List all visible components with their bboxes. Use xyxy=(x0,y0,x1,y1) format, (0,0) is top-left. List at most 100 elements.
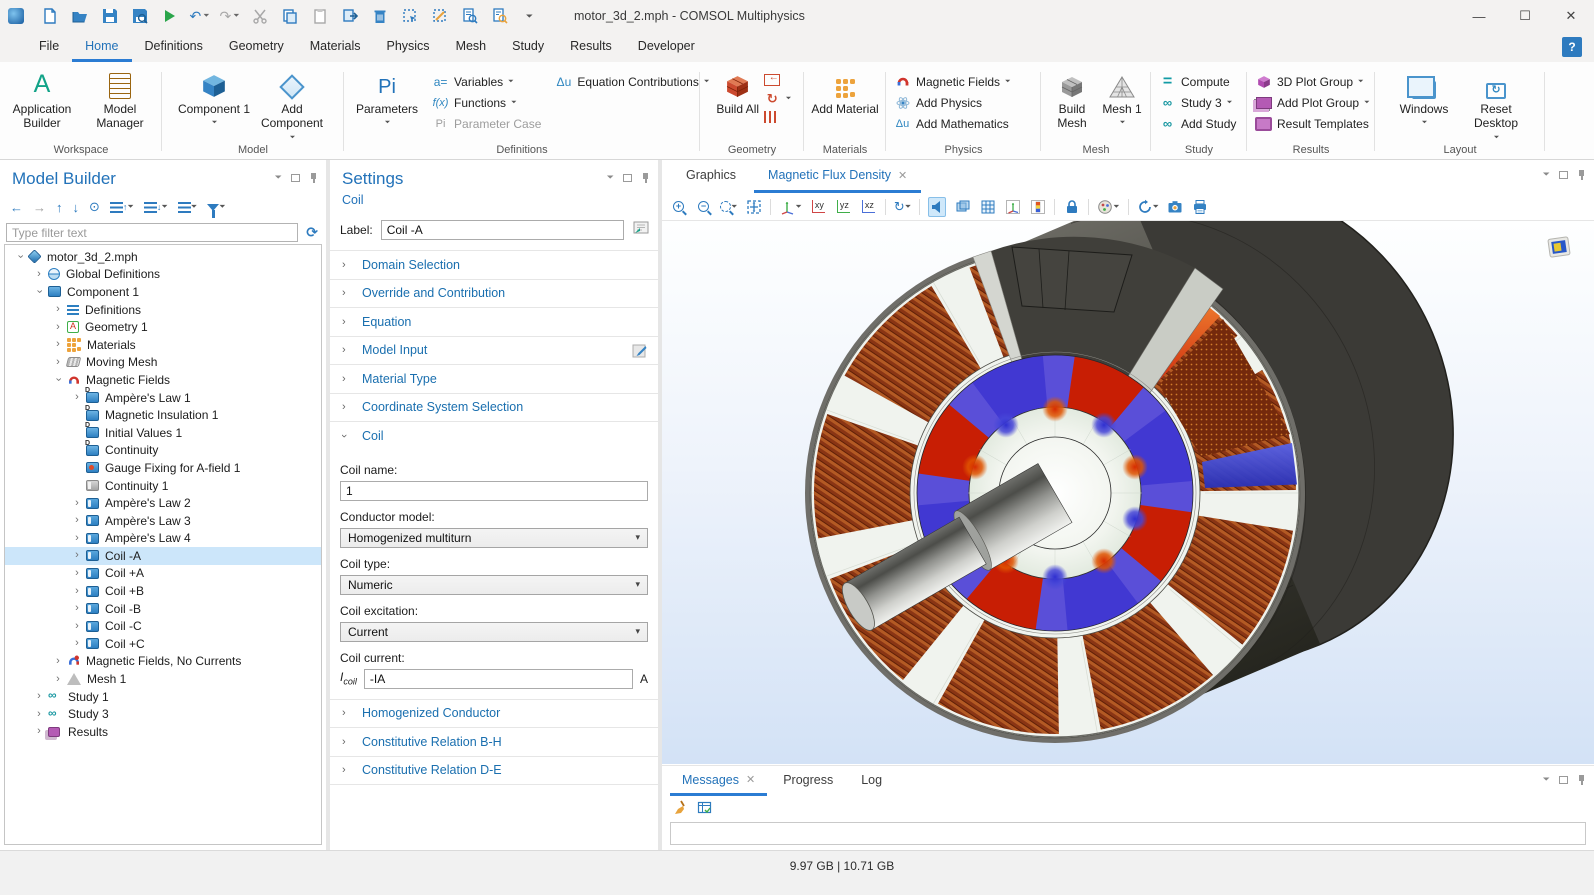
panel-float-icon[interactable] xyxy=(1559,776,1568,784)
duplicate-icon[interactable] xyxy=(341,8,358,25)
coil-excitation-select[interactable]: Current xyxy=(340,622,648,642)
tab-developer[interactable]: Developer xyxy=(625,32,708,62)
plot-context-icon[interactable] xyxy=(1546,235,1572,259)
model-manager-button[interactable]: Model Manager xyxy=(82,66,158,131)
delete-icon[interactable] xyxy=(371,8,388,25)
section-coordinate-system[interactable]: Coordinate System Selection xyxy=(330,393,658,422)
scene-light-icon[interactable] xyxy=(928,197,946,217)
maximize-button[interactable]: ☐ xyxy=(1502,0,1548,32)
add-study-button[interactable]: Add Study xyxy=(1159,116,1236,131)
tab-messages[interactable]: Messages✕ xyxy=(670,766,767,796)
environment-icon[interactable]: ⏷ xyxy=(1097,197,1119,217)
tab-physics[interactable]: Physics xyxy=(373,32,442,62)
rename-button[interactable] xyxy=(632,219,650,240)
add-physics-button[interactable]: Add Physics xyxy=(894,95,1010,110)
section-constitutive-bh[interactable]: Constitutive Relation B-H xyxy=(330,727,658,756)
tree-item-continuity[interactable]: Continuity xyxy=(5,442,321,460)
panel-pin-icon[interactable] xyxy=(309,173,318,183)
tree-item-amperes-law-1[interactable]: Ampère's Law 1 xyxy=(5,389,321,407)
panel-float-icon[interactable] xyxy=(623,174,632,182)
section-override-contribution[interactable]: Override and Contribution xyxy=(330,279,658,308)
section-domain-selection[interactable]: Domain Selection xyxy=(330,250,658,279)
study-3-button[interactable]: Study 3 xyxy=(1159,95,1236,110)
conductor-model-select[interactable]: Homogenized multiturn xyxy=(340,528,648,548)
lock-icon[interactable] xyxy=(1063,197,1080,217)
tree-item-amperes-law-2[interactable]: Ampère's Law 2 xyxy=(5,494,321,512)
panel-float-icon[interactable] xyxy=(291,174,300,182)
tree-item-coil-plus-a[interactable]: Coil +A xyxy=(5,565,321,583)
paste-icon[interactable] xyxy=(311,8,328,25)
collapse-all-icon[interactable]: ↑⏷ xyxy=(110,202,134,213)
tab-log[interactable]: Log xyxy=(849,766,894,796)
tree-item-gauge-fixing[interactable]: Gauge Fixing for A-field 1 xyxy=(5,459,321,477)
functions-button[interactable]: Functions xyxy=(432,95,541,110)
tree-item-global-definitions[interactable]: Global Definitions xyxy=(5,266,321,284)
panel-menu-icon[interactable]: ⏷ xyxy=(1543,774,1550,785)
model-input-edit-icon[interactable] xyxy=(632,343,648,359)
table-messages-icon[interactable] xyxy=(697,800,712,818)
panel-menu-icon[interactable]: ⏷ xyxy=(1543,169,1550,180)
rotate-view-icon[interactable]: ↻⏷ xyxy=(894,197,911,217)
tree-item-results[interactable]: Results xyxy=(5,723,321,741)
tab-study[interactable]: Study xyxy=(499,32,557,62)
view-yz-icon[interactable]: yz xyxy=(835,197,852,217)
tree-item-continuity-1[interactable]: Continuity 1 xyxy=(5,477,321,495)
panel-pin-icon[interactable] xyxy=(641,173,650,183)
minimize-button[interactable]: — xyxy=(1456,0,1502,32)
add-plot-group-button[interactable]: Add Plot Group xyxy=(1255,95,1369,110)
model-tree-node-text-icon[interactable]: ⏷ xyxy=(178,202,197,213)
parameters-button[interactable]: Parameters xyxy=(356,66,418,128)
show-icon[interactable]: ⊙ xyxy=(89,199,100,215)
tab-file[interactable]: File xyxy=(26,32,72,62)
tab-geometry[interactable]: Geometry xyxy=(216,32,297,62)
expand-all-icon[interactable]: ↓⏷ xyxy=(144,202,168,213)
go-to-view-icon[interactable]: ⏷ xyxy=(779,197,801,217)
clear-messages-icon[interactable] xyxy=(672,800,687,818)
tree-item-magnetic-insulation-1[interactable]: Magnetic Insulation 1 xyxy=(5,406,321,424)
view-xz-icon[interactable]: xz xyxy=(860,197,877,217)
tree-item-coil-plus-b[interactable]: Coil +B xyxy=(5,582,321,600)
color-legend-icon[interactable] xyxy=(1029,197,1046,217)
component-1-button[interactable]: Component 1 xyxy=(176,66,252,128)
tree-item-study-3[interactable]: Study 3 xyxy=(5,705,321,723)
graphics-canvas[interactable] xyxy=(662,221,1594,764)
tree-item-magnetic-fields[interactable]: Magnetic Fields xyxy=(5,371,321,389)
section-material-type[interactable]: Material Type xyxy=(330,364,658,393)
panel-pin-icon[interactable] xyxy=(1577,775,1586,785)
move-down-icon[interactable]: ↓ xyxy=(73,200,80,215)
section-coil[interactable]: Coil xyxy=(330,421,658,450)
redo-icon[interactable]: ↷⏷ xyxy=(221,8,238,25)
view-xy-icon[interactable]: xy xyxy=(810,197,827,217)
tab-results[interactable]: Results xyxy=(557,32,625,62)
tree-item-root[interactable]: motor_3d_2.mph xyxy=(5,248,321,266)
section-model-input[interactable]: Model Input xyxy=(330,336,658,365)
update-scene-icon[interactable]: ⏷ xyxy=(1137,197,1159,217)
tree-item-amperes-law-4[interactable]: Ampère's Law 4 xyxy=(5,530,321,548)
move-up-icon[interactable]: ↑ xyxy=(56,200,63,215)
tab-home[interactable]: Home xyxy=(72,32,131,62)
refresh-icon[interactable]: ⟳ xyxy=(306,224,318,241)
build-mesh-button[interactable]: Build Mesh xyxy=(1047,66,1097,131)
panel-pin-icon[interactable] xyxy=(1577,170,1586,180)
print-icon[interactable] xyxy=(1192,197,1209,217)
tree-item-coil-minus-c[interactable]: Coil -C xyxy=(5,617,321,635)
compute-button[interactable]: Compute xyxy=(1159,74,1236,89)
tree-item-definitions[interactable]: Definitions xyxy=(5,301,321,319)
tree-item-coil-plus-c[interactable]: Coil +C xyxy=(5,635,321,653)
new-file-icon[interactable] xyxy=(41,8,58,25)
tree-item-component-1[interactable]: Component 1 xyxy=(5,283,321,301)
back-icon[interactable]: ← xyxy=(10,200,23,215)
magnetic-fields-button[interactable]: Magnetic Fields xyxy=(894,74,1010,89)
rebuild-geometry-button[interactable] xyxy=(764,91,791,106)
help-button[interactable] xyxy=(1562,37,1582,57)
add-component-button[interactable]: Add Component xyxy=(254,66,330,142)
application-builder-button[interactable]: Application Builder xyxy=(4,66,80,131)
select-box-icon[interactable] xyxy=(401,8,418,25)
tab-definitions[interactable]: Definitions xyxy=(132,32,216,62)
axis-indicator-icon[interactable] xyxy=(1004,197,1021,217)
coil-type-select[interactable]: Numeric xyxy=(340,575,648,595)
mesh-1-button[interactable]: Mesh 1 xyxy=(1099,66,1145,128)
tab-progress[interactable]: Progress xyxy=(771,766,845,796)
section-equation[interactable]: Equation xyxy=(330,307,658,336)
tree-item-amperes-law-3[interactable]: Ampère's Law 3 xyxy=(5,512,321,530)
